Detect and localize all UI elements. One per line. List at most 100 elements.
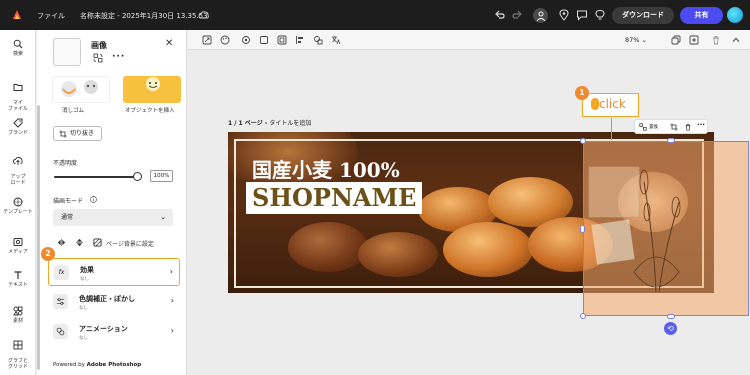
color-palette-icon[interactable] — [220, 35, 230, 45]
avatar[interactable] — [727, 7, 743, 23]
animation-item[interactable]: アニメーション なし › — [48, 318, 180, 346]
canvas-toolbar — [188, 30, 750, 50]
rail-label: グラフと グリッド — [7, 358, 28, 370]
expand-collapse-icon[interactable] — [731, 35, 741, 45]
translate-icon[interactable] — [331, 35, 341, 45]
resize-handle-top[interactable] — [667, 138, 675, 143]
duplicate-page-icon[interactable] — [671, 35, 681, 45]
comment-icon[interactable] — [576, 9, 588, 21]
blend-mode-select[interactable]: 通常 ⌄ — [53, 209, 173, 226]
rail-item-upload[interactable]: アップ ロード — [0, 150, 36, 186]
replace-icon[interactable] — [93, 53, 103, 63]
opacity-slider-handle[interactable] — [133, 172, 142, 181]
resize-icon[interactable] — [202, 35, 212, 45]
trash-icon[interactable] — [684, 123, 692, 131]
step-badge-2: 2 — [41, 247, 55, 261]
location-icon[interactable] — [558, 9, 570, 21]
rail-item-media[interactable]: メディア — [0, 237, 36, 255]
rail-item-elements[interactable]: 素材 — [0, 306, 36, 324]
close-icon[interactable]: ✕ — [165, 38, 173, 49]
flip-horizontal-icon[interactable] — [57, 238, 67, 248]
rail-item-text[interactable]: テキスト — [0, 270, 36, 288]
document-title[interactable]: 名称未設定 - 2025年1月30日 13.35.53 — [80, 11, 208, 21]
opacity-input[interactable]: 100% — [150, 170, 173, 182]
rail-label: 検索 — [12, 51, 23, 57]
callout-connector — [611, 118, 612, 140]
rail-item-brand[interactable]: ブランド — [0, 118, 36, 136]
resize-handle-bottom-left[interactable] — [580, 313, 586, 319]
rail-label: テンプレート — [3, 209, 33, 215]
add-title-link[interactable]: タイトルを追加 — [269, 120, 311, 127]
set-as-background-icon[interactable] — [93, 238, 103, 248]
group-icon[interactable] — [313, 35, 323, 45]
more-options-icon[interactable]: ··· — [697, 121, 705, 129]
rail-item-graphs-grids[interactable]: グラフと グリッド — [0, 334, 36, 370]
opacity-label: 不透明度 — [53, 160, 78, 167]
undo-icon[interactable] — [494, 9, 506, 21]
share-button[interactable]: 共有 — [680, 7, 723, 24]
powered-by-brand: Adobe Photoshop — [86, 362, 142, 368]
panel-scrollbar[interactable] — [37, 105, 40, 370]
powered-by: Powered by Adobe Photoshop — [53, 362, 141, 368]
redo-icon[interactable] — [511, 9, 523, 21]
text-icon — [14, 271, 22, 279]
bulb-icon[interactable] — [594, 9, 606, 21]
page-settings-icon[interactable] — [241, 35, 251, 45]
animation-icon — [53, 324, 68, 339]
resize-handle-bottom[interactable] — [667, 314, 675, 319]
mouse-cursor-icon — [591, 98, 599, 110]
blend-mode-label: 描画モード — [53, 198, 84, 205]
set-as-background-label[interactable]: ページ背景に設定 — [106, 239, 154, 248]
effects-item[interactable]: fx 効果 なし › — [48, 258, 180, 286]
chevron-right-icon: › — [169, 267, 173, 276]
info-icon[interactable] — [90, 196, 97, 203]
adjustments-item[interactable]: 色調補正・ぼかし なし › — [48, 288, 180, 316]
effects-value: なし — [80, 277, 89, 282]
panel-title: 画像 — [91, 41, 107, 50]
animation-title: アニメーション — [79, 325, 128, 333]
rail-item-my-files[interactable]: マイ ファイル — [0, 76, 36, 112]
square-icon[interactable] — [259, 35, 269, 45]
template-icon — [13, 197, 23, 207]
eraser-tile[interactable] — [52, 76, 110, 103]
adobe-express-logo-icon[interactable] — [10, 8, 24, 22]
crop-icon[interactable] — [670, 123, 678, 131]
user-icon[interactable] — [533, 8, 548, 23]
zoom-level[interactable]: 87% ⌄ — [625, 36, 647, 44]
shop-name-text[interactable]: SHOPNAME — [246, 182, 423, 214]
top-bar: ファイル 名称未設定 - 2025年1月30日 13.35.53 ダウンロード … — [0, 0, 750, 30]
rail-label: アップ ロード — [10, 174, 26, 186]
rail-item-templates[interactable]: テンプレート — [0, 197, 36, 215]
rail-label: マイ ファイル — [7, 100, 28, 112]
add-page-icon[interactable] — [689, 35, 699, 45]
chevron-right-icon: › — [170, 326, 174, 335]
file-menu[interactable]: ファイル — [37, 11, 65, 21]
image-thumbnail — [53, 38, 81, 66]
replace-icon[interactable] — [639, 123, 647, 131]
rail-label: メディア — [8, 249, 28, 255]
left-rail: 検索 マイ ファイル ブランド アップ ロード テンプレート メディア テキスト… — [0, 30, 36, 375]
headline-text[interactable]: 国産小麦 100% — [252, 154, 400, 183]
flip-vertical-icon[interactable] — [75, 238, 85, 248]
resize-handle-top-left[interactable] — [580, 138, 586, 144]
media-icon — [13, 238, 23, 246]
insert-object-tile[interactable] — [123, 76, 181, 103]
rotate-handle[interactable]: ⟲ — [664, 322, 677, 335]
chevron-down-icon: ⌄ — [160, 213, 166, 221]
align-icon[interactable] — [295, 35, 305, 45]
powered-by-prefix: Powered by — [53, 362, 87, 368]
resize-handle-left[interactable] — [580, 225, 585, 233]
crop-button[interactable]: 切り抜き — [53, 126, 102, 141]
replace-label[interactable]: 置換 — [649, 124, 658, 130]
selected-image[interactable] — [583, 141, 749, 316]
blend-mode-value: 通常 — [61, 214, 74, 221]
context-toolbar: 置換 ··· — [634, 119, 708, 134]
opacity-slider-track[interactable] — [54, 176, 138, 178]
more-options-icon[interactable]: ··· — [112, 52, 125, 62]
frame-icon[interactable] — [277, 35, 287, 45]
download-button[interactable]: ダウンロード — [612, 7, 674, 24]
animation-value: なし — [79, 336, 88, 341]
rail-item-search[interactable]: 検索 — [0, 39, 36, 57]
step-badge-1: 1 — [575, 86, 589, 100]
delete-page-icon[interactable] — [711, 35, 721, 45]
